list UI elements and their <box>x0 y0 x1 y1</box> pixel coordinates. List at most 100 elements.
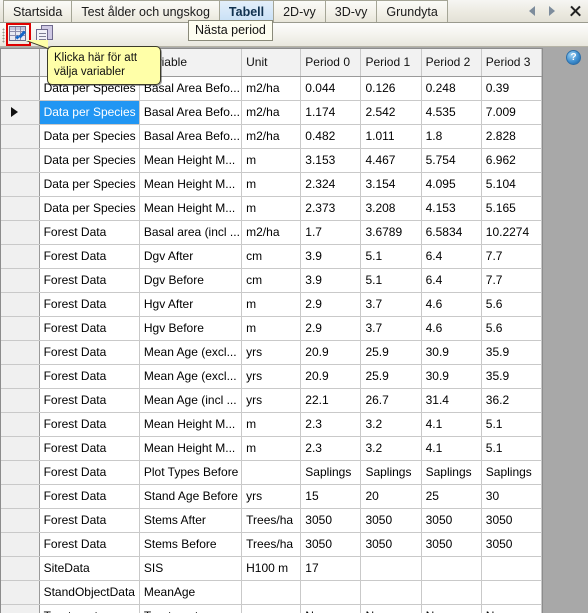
cell-variable[interactable]: Mean Height M... <box>139 436 243 461</box>
cell-period-0[interactable]: 3050 <box>300 532 362 557</box>
cell-period-2[interactable] <box>421 580 482 605</box>
cell-period-3[interactable]: 3050 <box>481 508 543 533</box>
cell-period-0[interactable]: 22.1 <box>300 388 362 413</box>
cell-period-3[interactable]: 5.104 <box>481 172 543 197</box>
cell-period-3[interactable]: 5.1 <box>481 412 543 437</box>
cell-period-0[interactable]: 3.9 <box>300 268 362 293</box>
cell-period-0[interactable]: 2.324 <box>300 172 362 197</box>
cell-period-2[interactable]: 25 <box>421 484 482 509</box>
cell-period-1[interactable]: 25.9 <box>360 340 422 365</box>
cell-category[interactable]: Forest Data <box>39 388 140 413</box>
row-indicator-cell[interactable] <box>1 340 40 365</box>
cell-period-2[interactable]: 3050 <box>421 508 482 533</box>
row-indicator-cell[interactable] <box>1 76 40 101</box>
cell-period-1[interactable]: 3.7 <box>360 316 422 341</box>
cell-period-2[interactable]: 6.5834 <box>421 220 482 245</box>
cell-period-2[interactable]: None <box>421 604 482 613</box>
cell-period-3[interactable]: 7.009 <box>481 100 543 125</box>
cell-period-1[interactable]: 3.208 <box>360 196 422 221</box>
cell-unit[interactable]: yrs <box>241 364 302 389</box>
cell-variable[interactable]: Mean Height M... <box>139 412 243 437</box>
cell-unit[interactable] <box>241 604 302 613</box>
cell-variable[interactable]: Basal area (incl ... <box>139 220 243 245</box>
cell-period-0[interactable]: Saplings <box>300 460 362 485</box>
cell-period-1[interactable]: 25.9 <box>360 364 422 389</box>
row-indicator-cell[interactable] <box>1 580 40 605</box>
cell-variable[interactable]: Basal Area Befo... <box>139 100 243 125</box>
cell-category[interactable]: Forest Data <box>39 340 140 365</box>
tab-test-alder-och-ungskog[interactable]: Test ålder och ungskog <box>72 0 220 22</box>
cell-period-3[interactable] <box>481 580 543 605</box>
cell-period-1[interactable]: Saplings <box>360 460 422 485</box>
cell-period-0[interactable]: 2.373 <box>300 196 362 221</box>
cell-category[interactable]: Data per Species <box>39 196 140 221</box>
cell-category[interactable]: Forest Data <box>39 292 140 317</box>
cell-unit[interactable]: m2/ha <box>241 220 302 245</box>
cell-period-3[interactable]: 0.39 <box>481 76 543 101</box>
row-indicator-cell[interactable] <box>1 532 40 557</box>
cell-unit[interactable]: m <box>241 196 302 221</box>
cell-period-0[interactable]: 2.3 <box>300 436 362 461</box>
row-indicator-cell[interactable] <box>1 172 40 197</box>
cell-category[interactable]: Data per Species <box>39 172 140 197</box>
tab-tabell[interactable]: Tabell <box>219 0 275 22</box>
table-row[interactable]: Data per Species Mean Height M... m 2.373 3.… <box>1 196 543 221</box>
cell-unit[interactable]: m2/ha <box>241 100 302 125</box>
cell-period-1[interactable]: 3.2 <box>360 436 422 461</box>
cell-period-1[interactable]: 3.6789 <box>360 220 422 245</box>
tab-grundyta[interactable]: Grundyta <box>377 0 448 22</box>
cell-variable[interactable]: Dgv After <box>139 244 243 269</box>
cell-unit[interactable]: cm <box>241 268 302 293</box>
table-row[interactable]: StandObjectData MeanAge <box>1 580 543 605</box>
cell-category[interactable]: Forest Data <box>39 460 140 485</box>
cell-period-3[interactable]: 7.7 <box>481 244 543 269</box>
cell-period-0[interactable]: 3.153 <box>300 148 362 173</box>
table-row[interactable]: Forest Data Dgv Before cm 3.9 5.1 6.4 7.7 <box>1 268 543 293</box>
row-indicator-cell[interactable] <box>1 412 40 437</box>
tab-3d-vy[interactable]: 3D-vy <box>325 0 378 22</box>
cell-period-0[interactable]: 17 <box>300 556 362 581</box>
cell-variable[interactable]: Hgv After <box>139 292 243 317</box>
table-row[interactable]: Forest Data Stand Age Before yrs 15 20 25 30 <box>1 484 543 509</box>
cell-period-1[interactable]: 4.467 <box>360 148 422 173</box>
row-indicator-cell[interactable] <box>1 436 40 461</box>
table-row[interactable]: Forest Data Stems Before Trees/ha 3050 3050 3… <box>1 532 543 557</box>
table-row[interactable]: Forest Data Mean Height M... m 2.3 3.2 4.1 5.1 <box>1 436 543 461</box>
column-header-period-1[interactable]: Period 1 <box>360 49 422 77</box>
cell-period-1[interactable]: 3050 <box>360 508 422 533</box>
cell-category[interactable]: Forest Data <box>39 436 140 461</box>
cell-variable[interactable]: Hgv Before <box>139 316 243 341</box>
row-indicator-cell[interactable] <box>1 388 40 413</box>
tab-startsida[interactable]: Startsida <box>3 0 73 22</box>
cell-period-1[interactable]: 3050 <box>360 532 422 557</box>
table-row[interactable]: Forest Data Plot Types Before Saplings Sapl… <box>1 460 543 485</box>
cell-period-2[interactable]: 30.9 <box>421 340 482 365</box>
table-row[interactable]: Data per Species Basal Area Befo... m2/ha 1… <box>1 100 543 125</box>
table-row[interactable]: Forest Data Mean Age (excl... yrs 20.9 25.9 3… <box>1 364 543 389</box>
cell-variable[interactable]: Treatment <box>139 604 243 613</box>
row-indicator-cell[interactable] <box>1 148 40 173</box>
column-header-period-2[interactable]: Period 2 <box>421 49 482 77</box>
cell-period-2[interactable]: 4.1 <box>421 436 482 461</box>
data-grid[interactable]: Variable Unit Period 0 Period 1 Period 2… <box>0 48 543 613</box>
cell-category[interactable]: Data per Species <box>39 124 140 149</box>
cell-variable[interactable]: Stems Before <box>139 532 243 557</box>
cell-unit[interactable]: m <box>241 412 302 437</box>
cell-period-2[interactable]: 5.754 <box>421 148 482 173</box>
cell-period-3[interactable]: 6.962 <box>481 148 543 173</box>
cell-unit[interactable]: m2/ha <box>241 76 302 101</box>
cell-period-0[interactable]: 0.482 <box>300 124 362 149</box>
cell-unit[interactable]: m2/ha <box>241 124 302 149</box>
cell-unit[interactable]: Trees/ha <box>241 508 302 533</box>
cell-variable[interactable]: Mean Age (incl ... <box>139 388 243 413</box>
cell-period-2[interactable]: 0.248 <box>421 76 482 101</box>
cell-period-2[interactable] <box>421 556 482 581</box>
cell-period-0[interactable]: 2.9 <box>300 292 362 317</box>
row-indicator-cell[interactable] <box>1 508 40 533</box>
cell-period-0[interactable]: 20.9 <box>300 340 362 365</box>
cell-unit[interactable]: yrs <box>241 484 302 509</box>
cell-period-3[interactable]: 35.9 <box>481 340 543 365</box>
column-header-period-3[interactable]: Period 3 <box>481 49 543 77</box>
row-indicator-cell[interactable] <box>1 364 40 389</box>
cell-period-2[interactable]: 4.1 <box>421 412 482 437</box>
